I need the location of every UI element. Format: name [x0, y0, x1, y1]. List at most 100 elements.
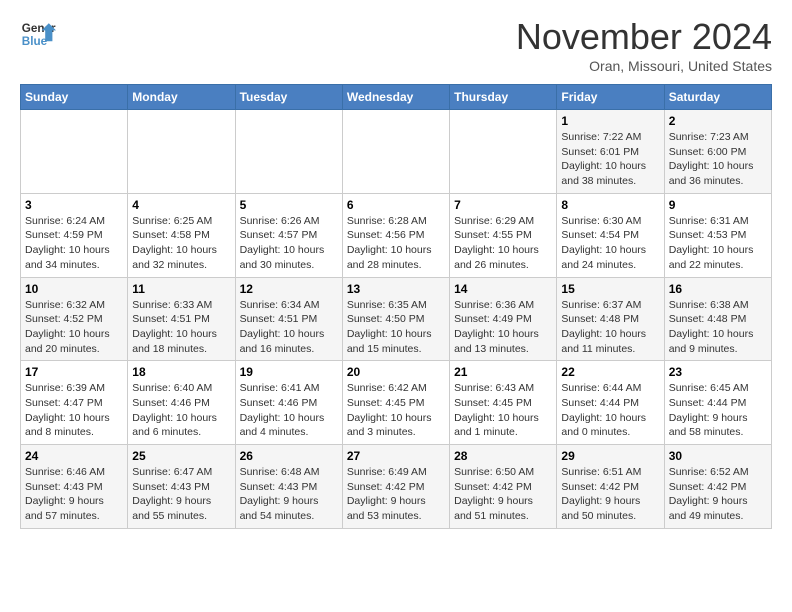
day-info: Sunrise: 6:33 AMSunset: 4:51 PMDaylight:… [132, 298, 230, 357]
calendar-day-cell: 15Sunrise: 6:37 AMSunset: 4:48 PMDayligh… [557, 277, 664, 361]
day-info: Sunrise: 7:22 AMSunset: 6:01 PMDaylight:… [561, 130, 659, 189]
calendar-day-cell [128, 110, 235, 194]
day-info: Sunrise: 6:50 AMSunset: 4:42 PMDaylight:… [454, 465, 552, 524]
calendar-day-cell [235, 110, 342, 194]
day-number: 10 [25, 282, 123, 296]
calendar-day-cell [450, 110, 557, 194]
calendar-day-cell: 20 Sunrise: 6:42 AMSunset: 4:45 PMDayligh… [342, 361, 449, 445]
weekday-header: Wednesday [342, 85, 449, 110]
calendar-day-cell: 11 Sunrise: 6:33 AMSunset: 4:51 PMDayligh… [128, 277, 235, 361]
day-info: Sunrise: 6:39 AMSunset: 4:47 PMDaylight:… [25, 381, 123, 440]
day-info: Sunrise: 6:35 AMSunset: 4:50 PMDaylight:… [347, 298, 445, 357]
day-number: 5 [240, 198, 338, 212]
day-info: Sunrise: 6:31 AMSunset: 4:53 PMDaylight:… [669, 214, 767, 273]
day-number: 27 [347, 449, 445, 463]
calendar-day-cell: 9 Sunrise: 6:31 AMSunset: 4:53 PMDaylight… [664, 193, 771, 277]
calendar-day-cell: 8 Sunrise: 6:30 AMSunset: 4:54 PMDaylight… [557, 193, 664, 277]
calendar-day-cell: 28Sunrise: 6:50 AMSunset: 4:42 PMDayligh… [450, 445, 557, 529]
day-number: 13 [347, 282, 445, 296]
day-info: Sunrise: 6:51 AMSunset: 4:42 PMDaylight:… [561, 465, 659, 524]
calendar-day-cell: 13 Sunrise: 6:35 AMSunset: 4:50 PMDayligh… [342, 277, 449, 361]
calendar-day-cell: 7 Sunrise: 6:29 AMSunset: 4:55 PMDaylight… [450, 193, 557, 277]
day-number: 25 [132, 449, 230, 463]
day-info: Sunrise: 6:30 AMSunset: 4:54 PMDaylight:… [561, 214, 659, 273]
calendar-day-cell: 17 Sunrise: 6:39 AMSunset: 4:47 PMDayligh… [21, 361, 128, 445]
calendar-week-row: 3 Sunrise: 6:24 AMSunset: 4:59 PMDaylight… [21, 193, 772, 277]
day-info: Sunrise: 6:40 AMSunset: 4:46 PMDaylight:… [132, 381, 230, 440]
day-number: 6 [347, 198, 445, 212]
weekday-header: Friday [557, 85, 664, 110]
day-number: 14 [454, 282, 552, 296]
page-header: General Blue November 2024 Oran, Missour… [20, 16, 772, 74]
day-number: 29 [561, 449, 659, 463]
calendar-day-cell: 2 Sunrise: 7:23 AMSunset: 6:00 PMDaylight… [664, 110, 771, 194]
calendar-day-cell: 6 Sunrise: 6:28 AMSunset: 4:56 PMDaylight… [342, 193, 449, 277]
calendar-week-row: 10Sunrise: 6:32 AMSunset: 4:52 PMDayligh… [21, 277, 772, 361]
calendar-day-cell: 14 Sunrise: 6:36 AMSunset: 4:49 PMDayligh… [450, 277, 557, 361]
calendar-day-cell: 12 Sunrise: 6:34 AMSunset: 4:51 PMDayligh… [235, 277, 342, 361]
calendar-day-cell: 10Sunrise: 6:32 AMSunset: 4:52 PMDayligh… [21, 277, 128, 361]
calendar-week-row: 24Sunrise: 6:46 AMSunset: 4:43 PMDayligh… [21, 445, 772, 529]
title-area: November 2024 Oran, Missouri, United Sta… [516, 16, 772, 74]
day-number: 19 [240, 365, 338, 379]
day-number: 17 [25, 365, 123, 379]
calendar-day-cell: 26Sunrise: 6:48 AMSunset: 4:43 PMDayligh… [235, 445, 342, 529]
calendar-day-cell [342, 110, 449, 194]
day-info: Sunrise: 7:23 AMSunset: 6:00 PMDaylight:… [669, 130, 767, 189]
day-info: Sunrise: 6:36 AMSunset: 4:49 PMDaylight:… [454, 298, 552, 357]
logo-icon: General Blue [20, 16, 56, 52]
logo: General Blue [20, 16, 56, 52]
day-number: 8 [561, 198, 659, 212]
day-number: 16 [669, 282, 767, 296]
month-title: November 2024 [516, 16, 772, 58]
calendar-day-cell: 22 Sunrise: 6:44 AMSunset: 4:44 PMDayligh… [557, 361, 664, 445]
calendar-day-cell: 21Sunrise: 6:43 AMSunset: 4:45 PMDayligh… [450, 361, 557, 445]
weekday-header: Tuesday [235, 85, 342, 110]
day-info: Sunrise: 6:29 AMSunset: 4:55 PMDaylight:… [454, 214, 552, 273]
day-info: Sunrise: 6:52 AMSunset: 4:42 PMDaylight:… [669, 465, 767, 524]
day-info: Sunrise: 6:42 AMSunset: 4:45 PMDaylight:… [347, 381, 445, 440]
calendar-day-cell: 29 Sunrise: 6:51 AMSunset: 4:42 PMDayligh… [557, 445, 664, 529]
day-number: 20 [347, 365, 445, 379]
calendar-day-cell: 4 Sunrise: 6:25 AMSunset: 4:58 PMDaylight… [128, 193, 235, 277]
day-number: 26 [240, 449, 338, 463]
day-info: Sunrise: 6:37 AMSunset: 4:48 PMDaylight:… [561, 298, 659, 357]
calendar-day-cell: 5Sunrise: 6:26 AMSunset: 4:57 PMDaylight… [235, 193, 342, 277]
day-number: 3 [25, 198, 123, 212]
day-info: Sunrise: 6:47 AMSunset: 4:43 PMDaylight:… [132, 465, 230, 524]
weekday-header: Sunday [21, 85, 128, 110]
day-number: 11 [132, 282, 230, 296]
day-number: 22 [561, 365, 659, 379]
day-number: 2 [669, 114, 767, 128]
day-number: 7 [454, 198, 552, 212]
day-info: Sunrise: 6:49 AMSunset: 4:42 PMDaylight:… [347, 465, 445, 524]
calendar-day-cell: 19Sunrise: 6:41 AMSunset: 4:46 PMDayligh… [235, 361, 342, 445]
svg-text:Blue: Blue [22, 35, 48, 48]
day-info: Sunrise: 6:46 AMSunset: 4:43 PMDaylight:… [25, 465, 123, 524]
weekday-header-row: SundayMondayTuesdayWednesdayThursdayFrid… [21, 85, 772, 110]
day-info: Sunrise: 6:24 AMSunset: 4:59 PMDaylight:… [25, 214, 123, 273]
calendar-day-cell: 3 Sunrise: 6:24 AMSunset: 4:59 PMDaylight… [21, 193, 128, 277]
day-info: Sunrise: 6:25 AMSunset: 4:58 PMDaylight:… [132, 214, 230, 273]
day-number: 23 [669, 365, 767, 379]
weekday-header: Saturday [664, 85, 771, 110]
day-number: 12 [240, 282, 338, 296]
day-info: Sunrise: 6:44 AMSunset: 4:44 PMDaylight:… [561, 381, 659, 440]
calendar-day-cell: 30Sunrise: 6:52 AMSunset: 4:42 PMDayligh… [664, 445, 771, 529]
day-number: 18 [132, 365, 230, 379]
day-number: 1 [561, 114, 659, 128]
day-info: Sunrise: 6:34 AMSunset: 4:51 PMDaylight:… [240, 298, 338, 357]
day-number: 4 [132, 198, 230, 212]
calendar-day-cell [21, 110, 128, 194]
calendar-day-cell: 25 Sunrise: 6:47 AMSunset: 4:43 PMDayligh… [128, 445, 235, 529]
day-info: Sunrise: 6:45 AMSunset: 4:44 PMDaylight:… [669, 381, 767, 440]
day-info: Sunrise: 6:28 AMSunset: 4:56 PMDaylight:… [347, 214, 445, 273]
calendar-day-cell: 16 Sunrise: 6:38 AMSunset: 4:48 PMDayligh… [664, 277, 771, 361]
calendar-day-cell: 1 Sunrise: 7:22 AMSunset: 6:01 PMDaylight… [557, 110, 664, 194]
day-info: Sunrise: 6:38 AMSunset: 4:48 PMDaylight:… [669, 298, 767, 357]
calendar-day-cell: 27 Sunrise: 6:49 AMSunset: 4:42 PMDayligh… [342, 445, 449, 529]
calendar-week-row: 1 Sunrise: 7:22 AMSunset: 6:01 PMDaylight… [21, 110, 772, 194]
weekday-header: Thursday [450, 85, 557, 110]
day-number: 9 [669, 198, 767, 212]
calendar-day-cell: 18 Sunrise: 6:40 AMSunset: 4:46 PMDayligh… [128, 361, 235, 445]
